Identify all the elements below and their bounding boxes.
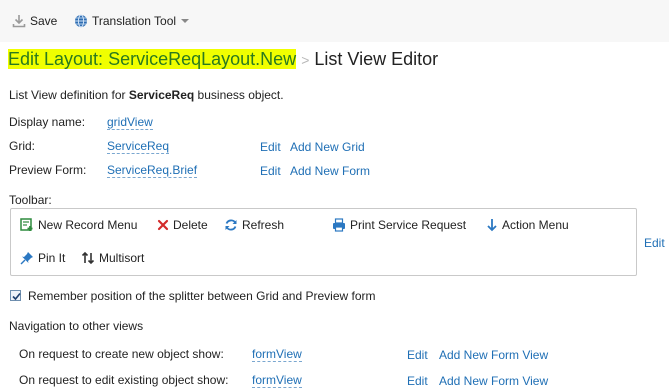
save-label: Save [30, 14, 58, 28]
save-button[interactable]: Save [12, 14, 57, 28]
intro-object-name: ServiceReq [128, 88, 195, 102]
new-record-icon [20, 218, 34, 232]
pin-icon [20, 251, 34, 265]
page-title: List View Editor [314, 49, 439, 69]
nav-edit-value[interactable]: formView [252, 373, 302, 388]
preview-form-label: Preview Form: [9, 163, 87, 177]
preview-form-value[interactable]: ServiceReq.Brief [107, 163, 198, 178]
display-name-value[interactable]: gridView [107, 115, 153, 130]
grid-edit-link[interactable]: Edit [260, 140, 281, 154]
print-service-request-button[interactable]: Print Service Request [332, 218, 466, 232]
checkmark-icon [12, 292, 21, 301]
multisort-button[interactable]: Multisort [81, 251, 144, 265]
print-service-request-label: Print Service Request [350, 218, 467, 232]
intro-text: List View definition for ServiceReq busi… [9, 88, 284, 102]
refresh-icon [224, 218, 238, 232]
intro-prefix: List View definition for [9, 88, 129, 102]
arrow-down-icon [486, 218, 498, 232]
translation-tool-button[interactable]: Translation Tool [74, 14, 190, 28]
add-new-grid-link[interactable]: Add New Grid [290, 140, 365, 154]
toolbar-section-label: Toolbar: [9, 193, 52, 207]
save-icon [12, 14, 26, 28]
nav-edit-edit-link[interactable]: Edit [407, 374, 428, 388]
nav-edit-add-form-view-link[interactable]: Add New Form View [439, 374, 548, 388]
pin-it-label: Pin It [38, 251, 66, 265]
intro-suffix: business object. [194, 88, 284, 102]
grid-label: Grid: [9, 139, 36, 153]
nav-edit-label: On request to edit existing object show: [19, 373, 229, 387]
add-new-form-link[interactable]: Add New Form [290, 164, 370, 178]
nav-create-add-form-view-link[interactable]: Add New Form View [439, 348, 548, 362]
refresh-button[interactable]: Refresh [224, 218, 284, 232]
chevron-down-icon [180, 17, 190, 25]
globe-icon [74, 14, 88, 28]
delete-label: Delete [173, 218, 208, 232]
display-name-label: Display name: [9, 115, 86, 129]
splitter-checkbox[interactable] [10, 290, 21, 301]
breadcrumb-edit-layout-link[interactable]: Edit Layout: ServiceReqLayout.New [8, 49, 297, 69]
splitter-label: Remember position of the splitter betwee… [28, 289, 376, 303]
translation-tool-label: Translation Tool [92, 14, 177, 28]
action-menu-button[interactable]: Action Menu [486, 218, 569, 232]
printer-icon [332, 218, 346, 232]
breadcrumb: Edit Layout: ServiceReqLayout.New > List… [8, 49, 438, 70]
nav-create-value[interactable]: formView [252, 347, 302, 362]
navigation-heading: Navigation to other views [9, 319, 144, 333]
sort-arrows-icon [81, 251, 95, 265]
new-record-menu-button[interactable]: New Record Menu [20, 218, 137, 232]
preview-form-edit-link[interactable]: Edit [260, 164, 281, 178]
toolbar-edit-link[interactable]: Edit [644, 236, 665, 250]
refresh-label: Refresh [242, 218, 285, 232]
grid-value[interactable]: ServiceReq [107, 139, 170, 154]
new-record-menu-label: New Record Menu [38, 218, 138, 232]
pin-it-button[interactable]: Pin It [20, 251, 65, 265]
nav-create-label: On request to create new object show: [19, 347, 224, 361]
action-menu-label: Action Menu [502, 218, 569, 232]
breadcrumb-separator: > [301, 52, 310, 68]
delete-x-icon [157, 219, 169, 231]
delete-button[interactable]: Delete [157, 218, 208, 232]
multisort-label: Multisort [99, 251, 145, 265]
nav-create-edit-link[interactable]: Edit [407, 348, 428, 362]
